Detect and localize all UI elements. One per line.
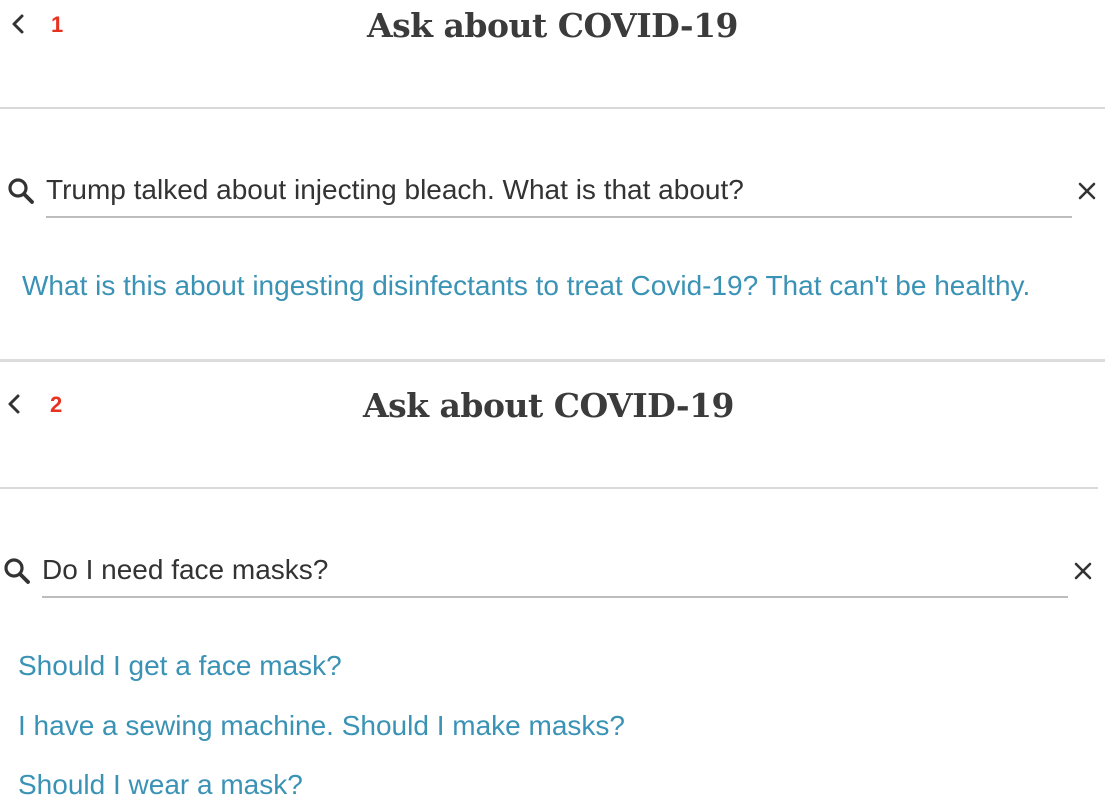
suggestion-link[interactable]: I have a sewing machine. Should I make m… (18, 708, 625, 744)
suggestion-link[interactable]: What is this about ingesting disinfectan… (22, 268, 1030, 304)
page-title: Ask about COVID-19 (366, 6, 739, 45)
suggestion-link[interactable]: Should I wear a mask? (18, 767, 303, 803)
clear-search-button[interactable] (1072, 176, 1102, 206)
page-title: Ask about COVID-19 (362, 386, 735, 425)
search-underline (42, 596, 1068, 598)
ask-panel-2: 2 Ask about COVID-19 Do I need face mask… (0, 380, 1105, 806)
clear-search-button[interactable] (1068, 556, 1098, 586)
search-bar: Trump talked about injecting bleach. Wha… (0, 162, 1105, 218)
search-icon (6, 176, 36, 206)
ask-panel-1: 1 Ask about COVID-19 Trump talked about … (0, 0, 1105, 362)
search-icon (2, 556, 32, 586)
search-input[interactable]: Do I need face masks? (42, 552, 328, 588)
header-divider (0, 487, 1098, 489)
suggestion-link[interactable]: Should I get a face mask? (18, 648, 342, 684)
panel-divider (0, 359, 1105, 362)
header-divider (0, 107, 1105, 109)
search-underline (46, 216, 1072, 218)
search-bar: Do I need face masks? (0, 542, 1105, 598)
search-input[interactable]: Trump talked about injecting bleach. Wha… (46, 172, 744, 208)
close-icon (1078, 182, 1096, 200)
close-icon (1074, 562, 1092, 580)
